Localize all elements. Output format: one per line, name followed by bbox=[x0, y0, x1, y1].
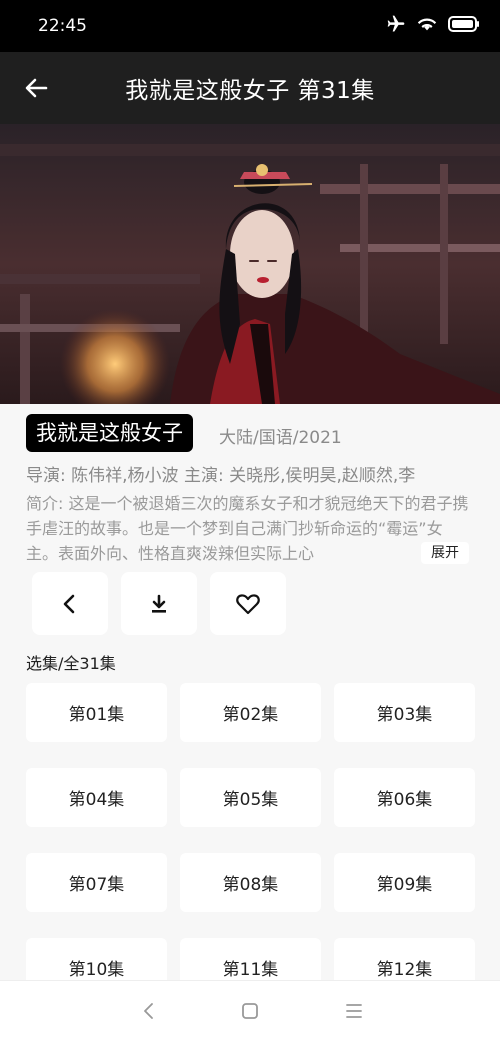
episode-item[interactable]: 第02集 bbox=[180, 683, 321, 742]
episode-item[interactable]: 第08集 bbox=[180, 853, 321, 912]
nav-back-icon[interactable] bbox=[137, 999, 161, 1023]
credits: 导演: 陈伟祥,杨小波 主演: 关晓彤,侯明昊,赵顺然,李 bbox=[26, 466, 416, 486]
airplane-icon bbox=[387, 15, 405, 32]
episode-item[interactable]: 第05集 bbox=[180, 768, 321, 827]
status-bar: 22:45 bbox=[0, 0, 500, 52]
intro-text: 简介: 这是一个被退婚三次的魔系女子和才貌冠绝天下的君子携手虐汪的故事。也是一个… bbox=[26, 494, 469, 563]
episode-item[interactable]: 第03集 bbox=[334, 683, 475, 742]
heart-icon bbox=[236, 593, 260, 614]
battery-icon bbox=[448, 16, 479, 32]
download-button[interactable] bbox=[121, 572, 197, 635]
page-title: 我就是这般女子 第31集 bbox=[125, 78, 375, 104]
video-poster[interactable] bbox=[0, 124, 500, 404]
episode-item[interactable]: 第01集 bbox=[26, 683, 167, 742]
episode-item[interactable]: 第07集 bbox=[26, 853, 167, 912]
region-language-year: 大陆/国语/2021 bbox=[219, 428, 342, 448]
action-bar bbox=[32, 572, 286, 635]
app-bar: 我就是这般女子 第31集 bbox=[0, 52, 500, 124]
favorite-button[interactable] bbox=[210, 572, 286, 635]
expand-button[interactable]: 展开 bbox=[421, 542, 469, 564]
download-icon bbox=[152, 594, 166, 613]
episodes-label: 选集/全31集 bbox=[26, 654, 116, 673]
poster-image bbox=[0, 124, 500, 404]
episode-item[interactable]: 第09集 bbox=[334, 853, 475, 912]
status-time: 22:45 bbox=[38, 16, 87, 36]
system-nav-bar bbox=[0, 980, 500, 1040]
nav-menu-icon[interactable] bbox=[342, 999, 366, 1023]
back-icon bbox=[63, 594, 75, 613]
episode-item[interactable]: 第06集 bbox=[334, 768, 475, 827]
nav-home-icon[interactable] bbox=[238, 999, 262, 1023]
episode-item[interactable]: 第04集 bbox=[26, 768, 167, 827]
drama-title: 我就是这般女子 bbox=[26, 414, 193, 452]
status-icons bbox=[386, 14, 480, 34]
previous-button[interactable] bbox=[32, 572, 108, 635]
wifi-icon bbox=[417, 18, 437, 31]
